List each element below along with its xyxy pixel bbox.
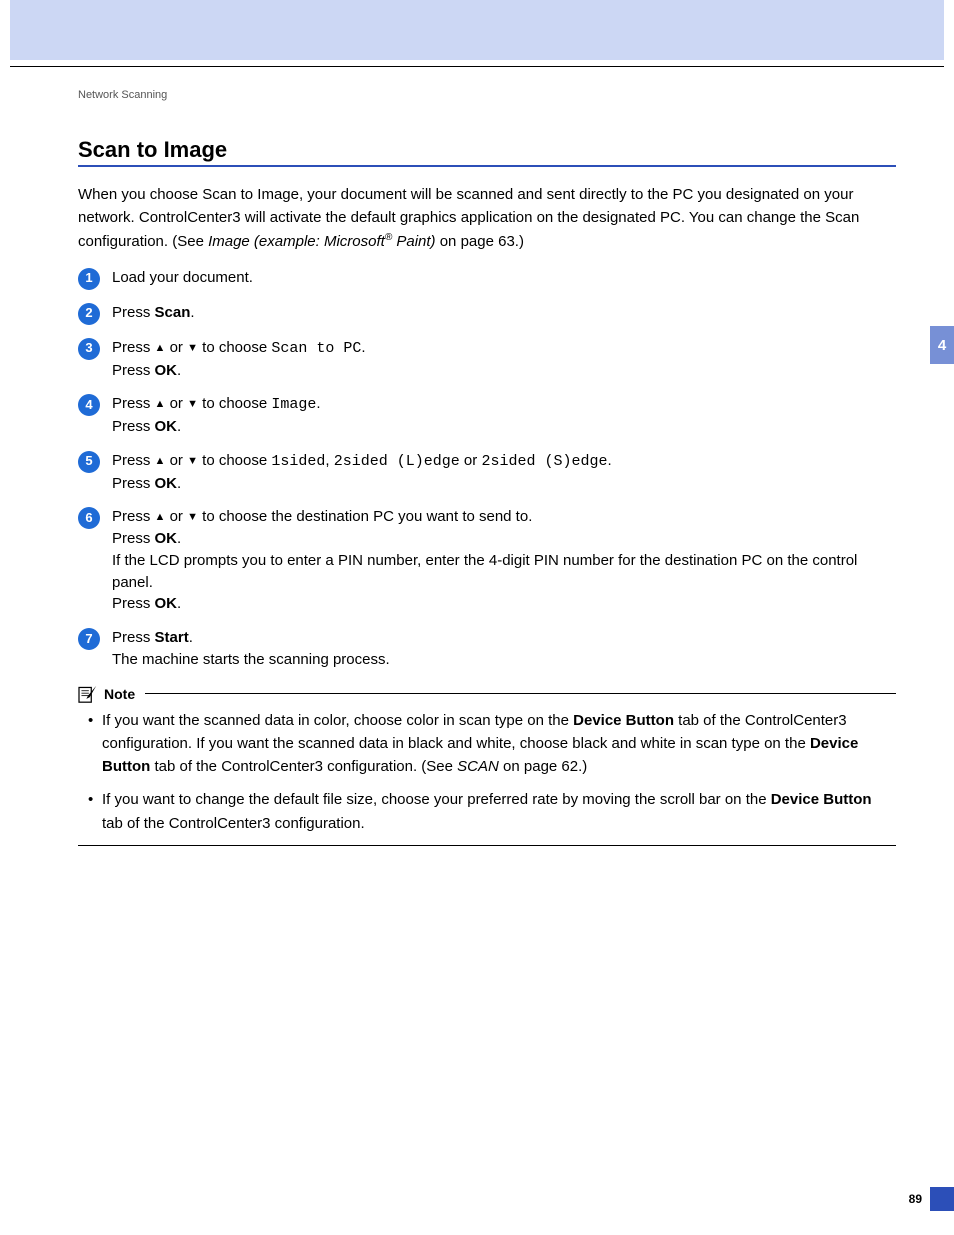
step-marker: 1 bbox=[78, 268, 100, 290]
step-body: Press Start.The machine starts the scann… bbox=[112, 627, 896, 671]
note-end-rule bbox=[78, 845, 896, 846]
step-body: Press ▲ or ▼ to choose the destination P… bbox=[112, 506, 896, 615]
note-heading: Note bbox=[78, 685, 896, 703]
step-marker: 4 bbox=[78, 394, 100, 416]
intro-xref: Image (example: Microsoft® Paint) bbox=[208, 233, 435, 250]
note-item: If you want the scanned data in color, c… bbox=[78, 709, 896, 779]
step-marker: 6 bbox=[78, 507, 100, 529]
step-body: Press ▲ or ▼ to choose 1sided, 2sided (L… bbox=[112, 450, 896, 495]
intro-paragraph: When you choose Scan to Image, your docu… bbox=[78, 183, 896, 253]
step-marker: 2 bbox=[78, 303, 100, 325]
note-icon bbox=[78, 685, 98, 703]
note-line bbox=[145, 693, 896, 694]
header-banner bbox=[10, 0, 944, 60]
note-label: Note bbox=[104, 686, 135, 702]
step: 3 Press ▲ or ▼ to choose Scan to PC.Press… bbox=[78, 337, 896, 382]
step-body: Press Scan. bbox=[112, 302, 896, 324]
chapter-tab: 4 bbox=[930, 326, 954, 364]
step: 6 Press ▲ or ▼ to choose the destination … bbox=[78, 506, 896, 615]
footer: 89 bbox=[909, 1187, 954, 1211]
title-rule bbox=[78, 165, 896, 167]
intro-text-b: on page 63.) bbox=[436, 233, 524, 250]
page-content: Network Scanning Scan to Image When you … bbox=[10, 66, 944, 846]
step-marker: 3 bbox=[78, 338, 100, 360]
step: 2 Press Scan. bbox=[78, 302, 896, 325]
step: 4 Press ▲ or ▼ to choose Image.Press OK. bbox=[78, 393, 896, 438]
step-marker: 7 bbox=[78, 628, 100, 650]
page-number: 89 bbox=[909, 1192, 922, 1206]
section-header: Network Scanning bbox=[78, 89, 896, 101]
note-list: If you want the scanned data in color, c… bbox=[78, 709, 896, 835]
step: 5 Press ▲ or ▼ to choose 1sided, 2sided (… bbox=[78, 450, 896, 495]
step: 1 Load your document. bbox=[78, 267, 896, 290]
step: 7 Press Start.The machine starts the scan… bbox=[78, 627, 896, 671]
step-body: Press ▲ or ▼ to choose Scan to PC.Press … bbox=[112, 337, 896, 382]
step-body: Load your document. bbox=[112, 267, 896, 289]
footer-block bbox=[930, 1187, 954, 1211]
step-marker: 5 bbox=[78, 451, 100, 473]
note-item: If you want to change the default file s… bbox=[78, 788, 896, 835]
step-list: 1 Load your document. 2 Press Scan. 3 Press ▲… bbox=[78, 267, 896, 671]
step-body: Press ▲ or ▼ to choose Image.Press OK. bbox=[112, 393, 896, 438]
page-title: Scan to Image bbox=[78, 137, 896, 163]
